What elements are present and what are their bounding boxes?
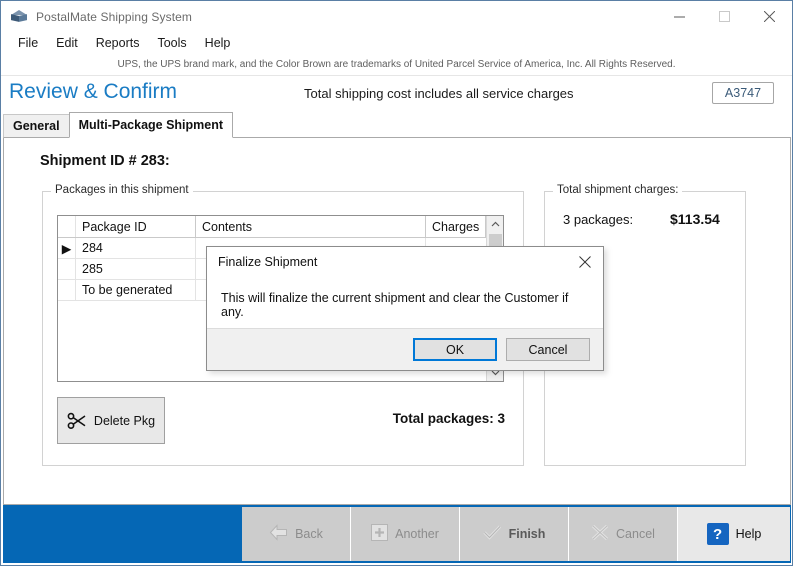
cancel-button[interactable]: Cancel bbox=[569, 507, 678, 561]
menu-item-edit[interactable]: Edit bbox=[47, 34, 87, 52]
station-badge: A3747 bbox=[712, 82, 774, 104]
minimize-button[interactable] bbox=[657, 1, 702, 32]
delete-package-button[interactable]: Delete Pkg bbox=[57, 397, 165, 444]
packages-group-label: Packages in this shipment bbox=[51, 184, 193, 196]
row-selection-marker bbox=[58, 259, 76, 279]
cell-package-id: To be generated bbox=[76, 280, 196, 300]
row-marker-column-header bbox=[58, 216, 76, 237]
back-button[interactable]: Back bbox=[242, 507, 351, 561]
finalize-shipment-dialog: Finalize Shipment This will finalize the… bbox=[206, 246, 604, 371]
back-button-label: Back bbox=[295, 527, 323, 541]
header-subtitle: Total shipping cost includes all service… bbox=[304, 86, 574, 101]
close-button[interactable] bbox=[747, 1, 792, 32]
menu-item-file[interactable]: File bbox=[9, 34, 47, 52]
question-icon: ? bbox=[706, 523, 729, 545]
column-header-charges[interactable]: Charges bbox=[426, 216, 486, 237]
menu-item-reports[interactable]: Reports bbox=[87, 34, 149, 52]
maximize-button[interactable] bbox=[702, 1, 747, 32]
check-icon bbox=[483, 524, 502, 544]
tab-strip: General Multi-Package Shipment bbox=[3, 112, 791, 138]
scroll-up-arrow-icon[interactable] bbox=[487, 216, 504, 233]
finish-button-label: Finish bbox=[508, 527, 546, 541]
row-selection-marker bbox=[58, 280, 76, 300]
menu-bar: File Edit Reports Tools Help bbox=[1, 32, 792, 54]
scissors-icon bbox=[67, 412, 87, 430]
total-charges-group-label: Total shipment charges: bbox=[553, 184, 683, 196]
shipment-id-label: Shipment ID # 283: bbox=[40, 153, 170, 169]
tab-general[interactable]: General bbox=[3, 114, 70, 138]
title-bar: PostalMate Shipping System bbox=[1, 1, 792, 32]
dialog-title: Finalize Shipment bbox=[218, 255, 318, 269]
menu-item-tools[interactable]: Tools bbox=[148, 34, 195, 52]
cancel-button-label: Cancel bbox=[616, 527, 655, 541]
another-button-label: Another bbox=[395, 527, 439, 541]
trademark-notice: UPS, the UPS brand mark, and the Color B… bbox=[1, 54, 792, 76]
dialog-close-icon[interactable] bbox=[567, 247, 603, 277]
menu-item-help[interactable]: Help bbox=[196, 34, 240, 52]
window-title: PostalMate Shipping System bbox=[36, 9, 193, 24]
cube-icon bbox=[11, 8, 28, 25]
column-header-package-id[interactable]: Package ID bbox=[76, 216, 196, 237]
cell-package-id: 284 bbox=[76, 238, 196, 258]
charges-total-amount: $113.54 bbox=[670, 211, 720, 227]
window-controls bbox=[657, 1, 792, 32]
dialog-message: This will finalize the current shipment … bbox=[207, 277, 603, 328]
wizard-footer-bar: Back Another Finish Cancel ? Help bbox=[3, 505, 791, 563]
total-packages-label: Total packages: 3 bbox=[392, 411, 505, 426]
column-header-contents[interactable]: Contents bbox=[196, 216, 426, 237]
application-window: PostalMate Shipping System File Edit Rep… bbox=[0, 0, 793, 566]
dialog-ok-button[interactable]: OK bbox=[413, 338, 497, 361]
row-selection-marker: ▶ bbox=[58, 238, 76, 258]
delete-package-label: Delete Pkg bbox=[93, 413, 156, 428]
back-arrow-icon bbox=[269, 524, 288, 544]
another-button[interactable]: Another bbox=[351, 507, 460, 561]
page-title: Review & Confirm bbox=[9, 80, 178, 103]
dialog-title-bar: Finalize Shipment bbox=[207, 247, 603, 277]
charges-package-count: 3 packages: bbox=[563, 211, 634, 227]
finish-button[interactable]: Finish bbox=[460, 507, 569, 561]
help-button[interactable]: ? Help bbox=[678, 507, 790, 561]
plus-box-icon bbox=[371, 524, 389, 544]
help-button-label: Help bbox=[735, 527, 762, 541]
page-header: Review & Confirm Total shipping cost inc… bbox=[1, 77, 792, 113]
dialog-cancel-button[interactable]: Cancel bbox=[506, 338, 590, 361]
cell-package-id: 285 bbox=[76, 259, 196, 279]
tab-multi-package-shipment[interactable]: Multi-Package Shipment bbox=[68, 112, 234, 138]
packages-grid-header: Package ID Contents Charges bbox=[58, 216, 486, 238]
x-icon bbox=[591, 524, 609, 544]
dialog-button-row: OK Cancel bbox=[207, 328, 603, 370]
